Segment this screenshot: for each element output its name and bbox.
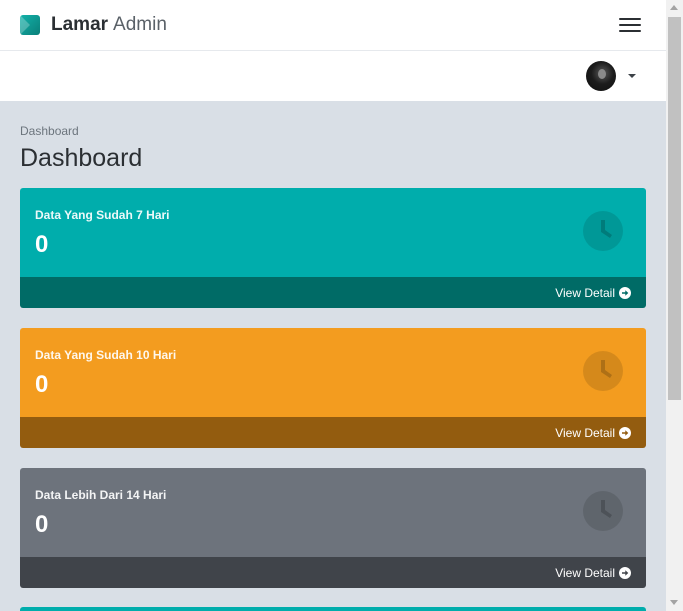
stat-card-value: 0 xyxy=(35,511,49,538)
hamburger-line xyxy=(619,30,641,32)
clock-icon xyxy=(583,351,623,391)
arrow-circle-right-icon xyxy=(619,426,631,439)
brand[interactable]: Lamar Admin xyxy=(20,14,167,36)
brand-name-bold: Lamar xyxy=(51,14,109,35)
scroll-up-arrow-icon[interactable] xyxy=(670,5,678,10)
stat-card-7-days: Data Yang Sudah 7 Hari 0 View Detail xyxy=(20,188,646,308)
stat-card-value: 0 xyxy=(35,371,49,398)
top-navbar: Lamar Admin xyxy=(0,0,666,51)
stat-card-partial xyxy=(20,607,646,611)
stat-card-body: Data Lebih Dari 14 Hari 0 xyxy=(20,468,646,557)
view-detail-link[interactable]: View Detail xyxy=(20,277,646,308)
hamburger-menu-icon[interactable] xyxy=(619,17,641,33)
view-detail-link[interactable]: View Detail xyxy=(20,557,646,588)
scroll-down-arrow-icon[interactable] xyxy=(670,600,678,605)
user-menu-toggle[interactable] xyxy=(586,61,636,91)
stat-card-label: Data Yang Sudah 10 Hari xyxy=(35,348,177,362)
page-title: Dashboard xyxy=(20,144,143,172)
clock-icon xyxy=(583,211,623,251)
stat-card-label: Data Lebih Dari 14 Hari xyxy=(35,488,167,502)
stat-card-10-days: Data Yang Sudah 10 Hari 0 View Detail xyxy=(20,328,646,448)
vertical-scrollbar[interactable] xyxy=(666,0,683,611)
stat-card-body: Data Yang Sudah 10 Hari 0 xyxy=(20,328,646,417)
stat-card-14-days: Data Lebih Dari 14 Hari 0 View Detail xyxy=(20,468,646,588)
stat-card-label: Data Yang Sudah 7 Hari xyxy=(35,208,170,222)
scrollbar-thumb[interactable] xyxy=(668,17,681,400)
arrow-circle-right-icon xyxy=(619,566,631,579)
hamburger-line xyxy=(619,18,641,20)
breadcrumb-item-dashboard[interactable]: Dashboard xyxy=(20,124,79,138)
brand-name-light: Admin xyxy=(113,14,167,35)
brand-name: Lamar Admin xyxy=(51,14,167,36)
caret-down-icon[interactable] xyxy=(628,74,636,78)
clock-icon xyxy=(583,491,623,531)
brand-logo-icon xyxy=(20,15,40,35)
breadcrumb: Dashboard xyxy=(20,124,79,138)
view-detail-label: View Detail xyxy=(555,425,615,440)
view-detail-label: View Detail xyxy=(555,285,615,300)
arrow-circle-right-icon xyxy=(619,286,631,299)
avatar[interactable] xyxy=(586,61,616,91)
user-bar xyxy=(0,51,666,101)
view-detail-link[interactable]: View Detail xyxy=(20,417,646,448)
view-detail-label: View Detail xyxy=(555,565,615,580)
stat-card-body: Data Yang Sudah 7 Hari 0 xyxy=(20,188,646,277)
hamburger-line xyxy=(619,24,641,26)
stat-card-value: 0 xyxy=(35,231,49,258)
